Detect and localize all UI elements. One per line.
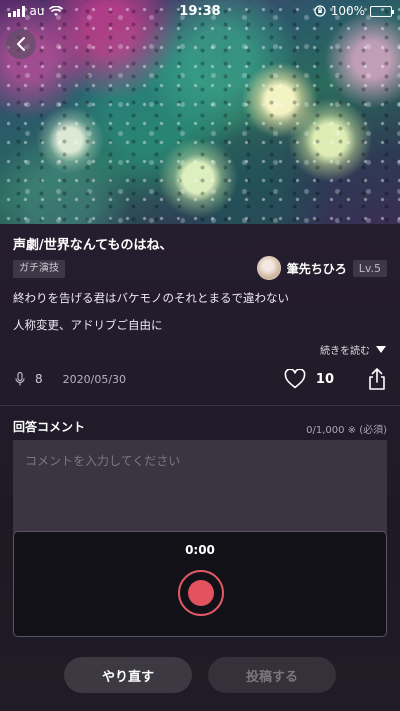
like-count: 10 bbox=[315, 371, 334, 387]
comment-input[interactable] bbox=[13, 440, 387, 534]
heart-icon[interactable] bbox=[284, 369, 306, 389]
post-button[interactable]: 投稿する bbox=[208, 657, 336, 693]
caret-down-icon bbox=[376, 346, 386, 353]
divider bbox=[0, 405, 400, 406]
post-meta: 8 2020/05/30 bbox=[15, 372, 126, 386]
post-description-line-2: 人称変更、アドリブご自由に bbox=[13, 318, 163, 332]
author-info[interactable]: 筆先ちひろ Lv.5 bbox=[256, 256, 387, 280]
avatar[interactable] bbox=[256, 256, 281, 280]
recording-time: 0:00 bbox=[185, 543, 215, 557]
chevron-left-icon bbox=[17, 37, 25, 51]
comment-char-counter: 0/1,000 ※ (必須) bbox=[306, 425, 387, 436]
mic-count: 8 bbox=[35, 372, 43, 386]
redo-button[interactable]: やり直す bbox=[64, 657, 192, 693]
post-title: 声劇/世界なんてものはね、 bbox=[13, 238, 173, 253]
status-bar: au 19:38 100% bbox=[0, 0, 400, 22]
back-button[interactable] bbox=[6, 29, 36, 59]
post-cover-image bbox=[0, 0, 400, 224]
wifi-icon bbox=[49, 5, 64, 16]
status-right: 100% bbox=[314, 4, 394, 18]
battery-icon bbox=[370, 5, 394, 17]
post-tag[interactable]: ガチ演技 bbox=[13, 260, 65, 278]
share-icon[interactable] bbox=[368, 368, 386, 390]
signal-icon bbox=[8, 5, 25, 17]
author-level-badge: Lv.5 bbox=[352, 259, 387, 277]
read-more-button[interactable]: 続きを読む bbox=[320, 342, 386, 357]
status-time: 19:38 bbox=[179, 3, 221, 19]
post-date: 2020/05/30 bbox=[62, 372, 127, 386]
carrier-label: au bbox=[29, 4, 45, 18]
record-button[interactable] bbox=[178, 570, 224, 616]
voice-recorder-panel: 0:00 bbox=[13, 531, 387, 637]
author-name[interactable]: 筆先ちひろ bbox=[287, 260, 347, 277]
post-actions: 10 bbox=[284, 368, 386, 390]
post-description-line-1: 終わりを告げる君はバケモノのそれとまるで違わない bbox=[13, 291, 289, 305]
read-more-label: 続きを読む bbox=[320, 346, 370, 357]
microphone-icon bbox=[15, 372, 25, 386]
comment-label: 回答コメント bbox=[13, 420, 86, 434]
battery-percent: 100% bbox=[330, 4, 365, 18]
orientation-lock-icon bbox=[314, 5, 326, 17]
status-left: au bbox=[8, 4, 64, 18]
record-dot-icon bbox=[188, 580, 214, 606]
rain-drops-overlay bbox=[0, 0, 400, 224]
